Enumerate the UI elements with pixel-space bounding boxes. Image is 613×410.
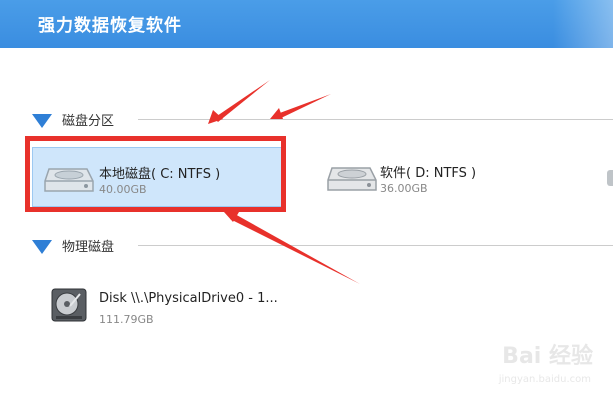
annotation-arrow-icon: [270, 94, 331, 119]
annotation-arrow-icon: [224, 212, 360, 284]
annotation-arrow-icon: [208, 80, 270, 124]
watermark-logo: Bai 经验: [502, 344, 593, 369]
watermark: Bai 经验 jingyan.baidu.com: [473, 338, 593, 398]
watermark-url: jingyan.baidu.com: [498, 374, 591, 385]
